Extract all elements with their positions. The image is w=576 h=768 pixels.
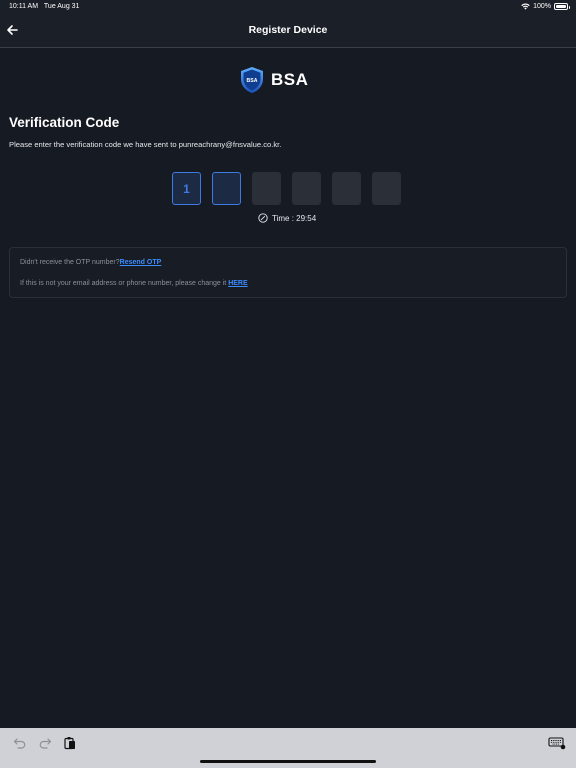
otp-timer: Time : 29:54 [258, 213, 316, 223]
status-bar: 10:11 AM Tue Aug 31 100% [0, 0, 576, 14]
home-indicator [200, 760, 376, 763]
help-card: Didn't receive the OTP number?Resend OTP… [9, 247, 567, 298]
clock-icon [258, 213, 268, 223]
page-title: Register Device [248, 24, 328, 36]
battery-icon [554, 3, 570, 10]
keyboard-shortcut-bar [0, 728, 576, 768]
change-prompt: If this is not your email address or pho… [20, 280, 229, 287]
battery-percent: 100% [533, 3, 551, 10]
undo-icon[interactable] [13, 736, 27, 750]
paste-icon[interactable] [63, 736, 77, 750]
timer-text: Time : 29:54 [272, 213, 317, 223]
shield-label: BSA [247, 78, 258, 84]
verification-instruction: Please enter the verification code we ha… [9, 140, 282, 149]
otp-digit-5[interactable] [332, 172, 361, 205]
keyboard-dismiss-icon[interactable] [548, 736, 566, 750]
otp-digit-3[interactable] [252, 172, 281, 205]
otp-input-group: 1 [172, 172, 401, 205]
otp-digit-2[interactable] [212, 172, 241, 205]
verification-heading: Verification Code [9, 115, 120, 130]
shield-icon: BSA [241, 67, 263, 93]
logo-text: BSA [271, 70, 309, 89]
status-time: 10:11 AM Tue Aug 31 [9, 3, 80, 10]
resend-line: Didn't receive the OTP number?Resend OTP [20, 259, 161, 266]
status-indicators: 100% [521, 3, 570, 10]
otp-digit-6[interactable] [372, 172, 401, 205]
resend-otp-link[interactable]: Resend OTP [120, 259, 162, 266]
redo-icon[interactable] [38, 736, 52, 750]
bsa-logo: BSA BSA [239, 66, 308, 94]
change-here-link[interactable]: HERE [228, 280, 247, 287]
change-line: If this is not your email address or pho… [20, 280, 248, 287]
otp-digit-4[interactable] [292, 172, 321, 205]
wifi-icon [521, 3, 530, 10]
nav-bar: Register Device [0, 14, 576, 48]
resend-prompt: Didn't receive the OTP number? [20, 259, 120, 266]
otp-digit-1[interactable]: 1 [172, 172, 201, 205]
